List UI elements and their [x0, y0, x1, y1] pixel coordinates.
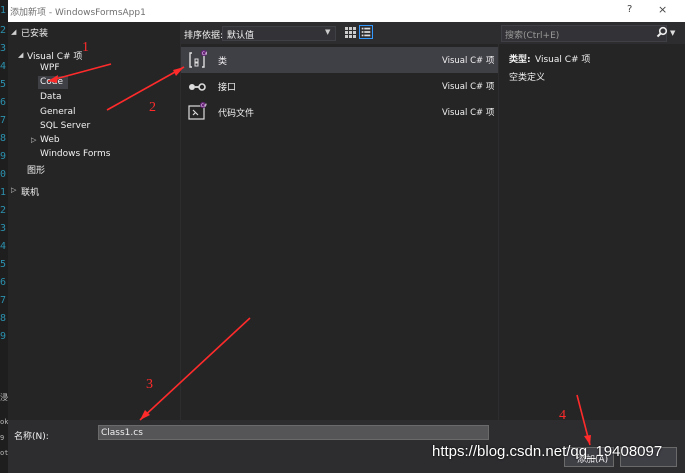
- annotation-arrow-1-head: [48, 75, 58, 83]
- annotation-number-2: 2: [149, 100, 156, 115]
- annotation-arrow-3: [139, 317, 251, 421]
- watermark: https://blog.csdn.net/qq_19408097: [432, 443, 663, 460]
- annotation-number-4: 4: [559, 408, 566, 423]
- annotation-arrows: [47, 63, 591, 446]
- annotation-number-1: 1: [82, 40, 89, 55]
- annotation-arrow-2-head: [173, 67, 184, 76]
- annotation-number-3: 3: [146, 377, 153, 392]
- annotation-arrow-2: [106, 66, 185, 111]
